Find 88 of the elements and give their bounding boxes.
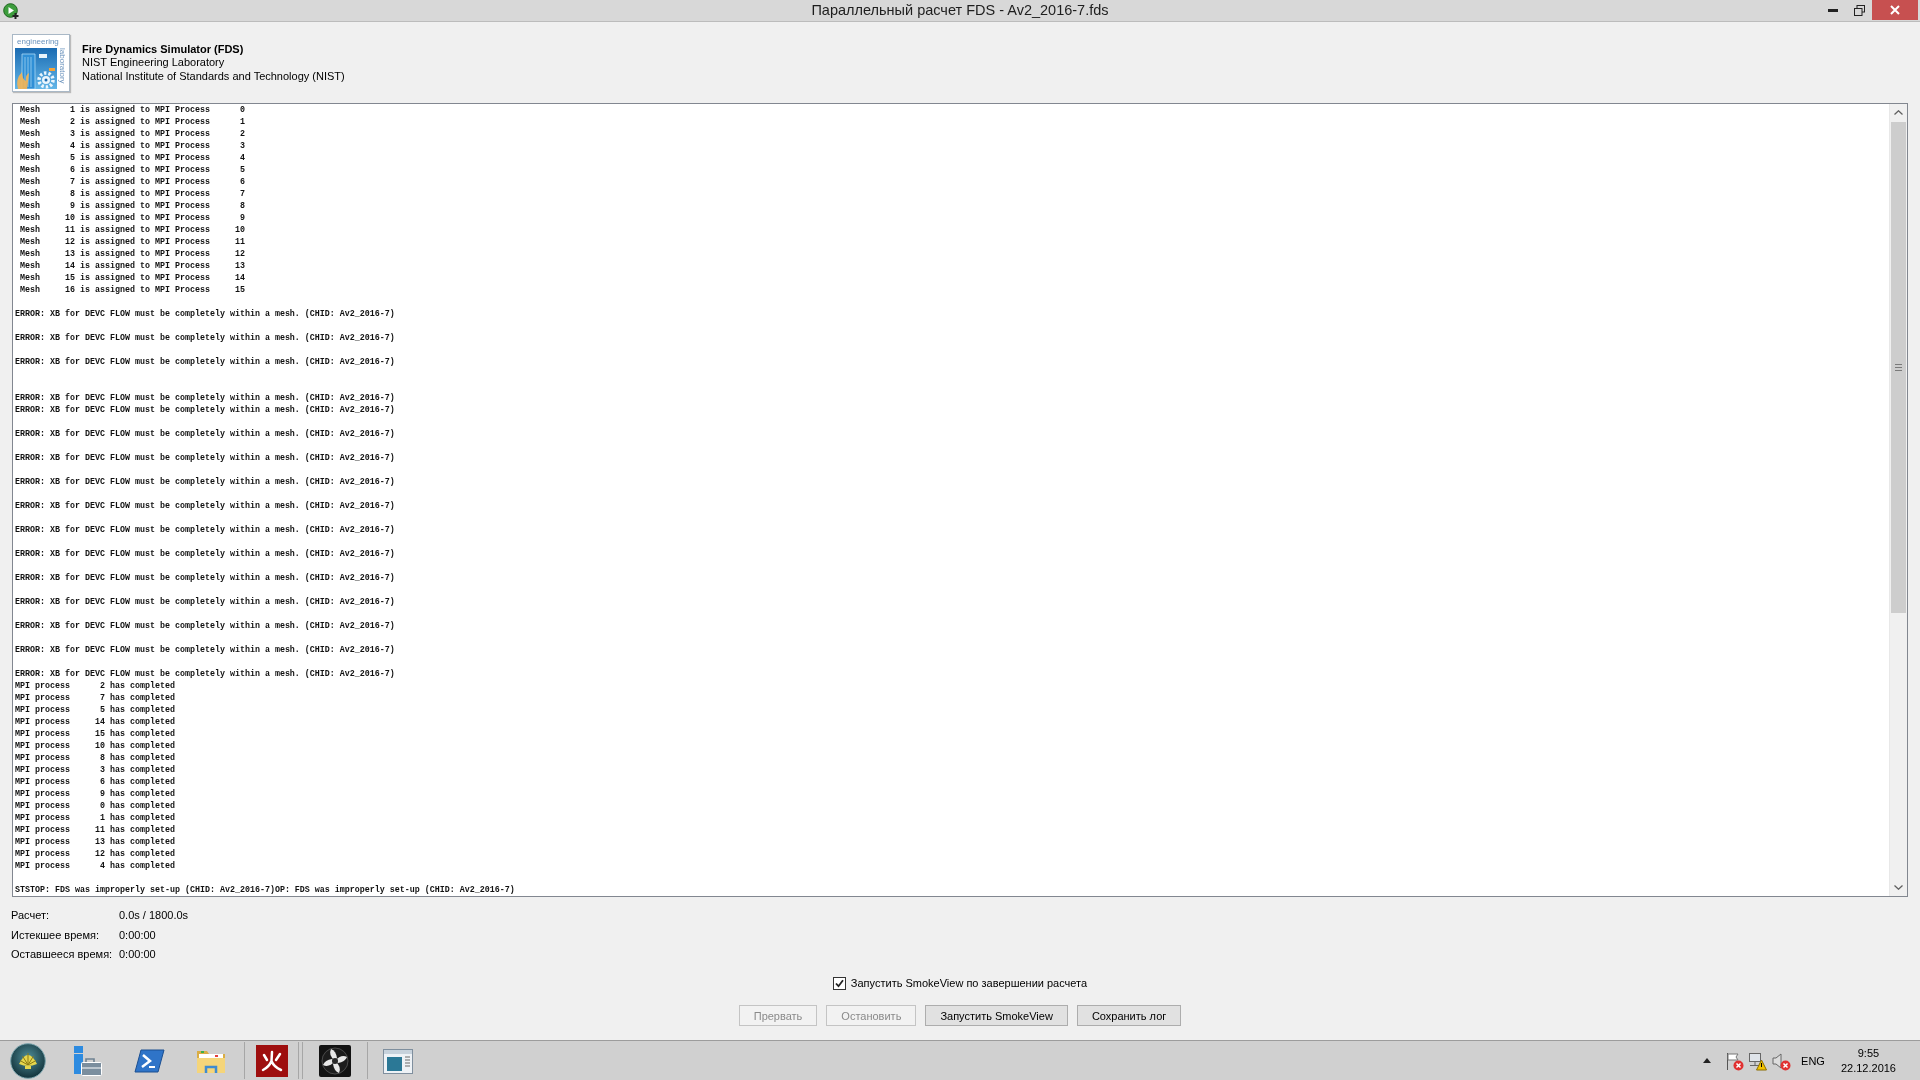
building-gear-flame-icon <box>15 48 57 89</box>
caret-up-icon <box>1894 110 1903 115</box>
log-line: ERROR: XB for DEVC FLOW must be completely within a mesh. (CHID: Av2_2016-7) <box>15 572 395 584</box>
checkbox[interactable] <box>832 976 846 990</box>
speaker-error-icon[interactable] <box>1771 1050 1792 1071</box>
checkbox-label[interactable]: Запустить SmokeView по завершении расчета <box>850 977 1088 989</box>
language-indicator[interactable]: ENG <box>1801 1054 1825 1067</box>
log-line: MPI process 10 has completed <box>15 740 175 752</box>
status-label: Расчет: <box>11 908 50 923</box>
app-subtitle: NIST Engineering Laboratory <box>82 56 225 70</box>
scrollbar-thumb[interactable] <box>1891 122 1906 613</box>
log-line: MPI process 6 has completed <box>15 776 175 788</box>
log-line: MPI process 13 has completed <box>15 836 175 848</box>
log-line: Mesh 1 is assigned to MPI Process 0 <box>19 104 245 116</box>
log-line: Mesh 6 is assigned to MPI Process 5 <box>19 164 245 176</box>
network-warning-icon[interactable] <box>1747 1050 1768 1071</box>
scrollbar[interactable] <box>1889 104 1907 896</box>
log-line: ERROR: XB for DEVC FLOW must be completely within a mesh. (CHID: Av2_2016-7) <box>15 332 395 344</box>
minimize-icon <box>1828 8 1838 12</box>
caret-up-icon[interactable] <box>1703 1058 1712 1063</box>
log-line: MPI process 0 has completed <box>15 800 175 812</box>
log-line: MPI process 2 has completed <box>15 680 175 692</box>
log-line: Mesh 13 is assigned to MPI Process 12 <box>19 248 245 260</box>
log-line: Mesh 12 is assigned to MPI Process 11 <box>19 236 245 248</box>
app-title: Fire Dynamics Simulator (FDS) <box>82 42 244 57</box>
log-line: Mesh 14 is assigned to MPI Process 13 <box>19 260 245 272</box>
server-toolbox-icon[interactable] <box>71 1044 103 1077</box>
log-line: MPI process 14 has completed <box>15 716 175 728</box>
restore-icon <box>1853 4 1865 16</box>
log-line: Mesh 15 is assigned to MPI Process 14 <box>19 272 245 284</box>
log-line: MPI process 4 has completed <box>15 860 175 872</box>
status-label: Истекшее время: <box>11 927 100 943</box>
log-line: MPI process 9 has completed <box>15 788 175 800</box>
log-line: Mesh 3 is assigned to MPI Process 2 <box>19 128 245 140</box>
app-tile-icon[interactable] <box>255 1044 288 1077</box>
log-line: MPI process 1 has completed <box>15 812 175 824</box>
log-line: MPI process 5 has completed <box>15 704 175 716</box>
log-line: MPI process 11 has completed <box>15 824 175 836</box>
log-line: Mesh 2 is assigned to MPI Process 1 <box>19 116 245 128</box>
log-line: MPI process 8 has completed <box>15 752 175 764</box>
log-line: Mesh 8 is assigned to MPI Process 7 <box>19 188 245 200</box>
log-line: ERROR: XB for DEVC FLOW must be completely within a mesh. (CHID: Av2_2016-7) <box>15 548 395 560</box>
log-line: STSTOP: FDS was improperly set-up (CHID: Av2_2016-7)OP: FDS was improperly set-up (CHID: Av2_2016-7) <box>15 884 515 896</box>
log-line: ERROR: XB for DEVC FLOW must be completely within a mesh. (CHID: Av2_2016-7) <box>15 620 395 632</box>
log-line: Mesh 4 is assigned to MPI Process 3 <box>19 140 245 152</box>
flag-error-icon[interactable] <box>1724 1050 1745 1071</box>
log-line: ERROR: XB for DEVC FLOW must be completely within a mesh. (CHID: Av2_2016-7) <box>15 500 395 512</box>
close-icon <box>1890 5 1900 15</box>
fan-icon[interactable] <box>319 1044 351 1077</box>
log-line: Mesh 16 is assigned to MPI Process 15 <box>19 284 245 296</box>
log-line: ERROR: XB for DEVC FLOW must be completely within a mesh. (CHID: Av2_2016-7) <box>15 524 395 536</box>
log-line: Mesh 5 is assigned to MPI Process 4 <box>19 152 245 164</box>
log-line: ERROR: XB for DEVC FLOW must be completely within a mesh. (CHID: Av2_2016-7) <box>15 644 395 656</box>
log-line: ERROR: XB for DEVC FLOW must be completely within a mesh. (CHID: Av2_2016-7) <box>15 392 395 404</box>
log-line: MPI process 7 has completed <box>15 692 175 704</box>
status-value: 0:00:00 <box>119 947 156 962</box>
window-icon[interactable] <box>383 1046 413 1075</box>
log-line: Mesh 10 is assigned to MPI Process 9 <box>19 212 245 224</box>
clock-date[interactable]: 22.12.2016 <box>1840 1060 1896 1076</box>
dialog-button[interactable]: Запустить SmokeView <box>925 1005 1068 1026</box>
log-line: ERROR: XB for DEVC FLOW must be completely within a mesh. (CHID: Av2_2016-7) <box>15 308 395 320</box>
window-title: Параллельный расчет FDS - Av2_2016-7.fds <box>811 1 1109 20</box>
log-line: ERROR: XB for DEVC FLOW must be completely within a mesh. (CHID: Av2_2016-7) <box>15 452 395 464</box>
status-value: 0.0s / 1800.0s <box>119 908 189 923</box>
logo-caption: engineering <box>16 37 59 48</box>
log-line: Mesh 11 is assigned to MPI Process 10 <box>19 224 245 236</box>
log-line: ERROR: XB for DEVC FLOW must be completely within a mesh. (CHID: Av2_2016-7) <box>15 476 395 488</box>
caret-down-icon <box>1894 885 1903 890</box>
log-line: ERROR: XB for DEVC FLOW must be completely within a mesh. (CHID: Av2_2016-7) <box>15 428 395 440</box>
close-button[interactable] <box>1872 0 1918 20</box>
shell-icon[interactable] <box>10 1042 46 1079</box>
log-line: MPI process 3 has completed <box>15 764 175 776</box>
dialog-button[interactable]: Сохранить лог <box>1076 1005 1182 1026</box>
log-line: MPI process 15 has completed <box>15 728 175 740</box>
app-subtitle: National Institute of Standards and Technology (NIST) <box>82 69 345 84</box>
logo-side-caption: laboratory <box>58 48 67 84</box>
status-value: 0:00:00 <box>119 927 156 943</box>
grip-icon <box>1895 364 1902 371</box>
log-line: ERROR: XB for DEVC FLOW must be completely within a mesh. (CHID: Av2_2016-7) <box>15 596 395 608</box>
app-icon <box>3 2 19 19</box>
log-line: MPI process 12 has completed <box>15 848 175 860</box>
log-line: Mesh 9 is assigned to MPI Process 8 <box>19 200 245 212</box>
log-line: ERROR: XB for DEVC FLOW must be completely within a mesh. (CHID: Av2_2016-7) <box>15 356 395 368</box>
status-label: Оставшееся время: <box>11 947 113 962</box>
log-line: ERROR: XB for DEVC FLOW must be completely within a mesh. (CHID: Av2_2016-7) <box>15 668 395 680</box>
log-line: ERROR: XB for DEVC FLOW must be completely within a mesh. (CHID: Av2_2016-7) <box>15 404 395 416</box>
log-line: Mesh 7 is assigned to MPI Process 6 <box>19 176 245 188</box>
clock-time[interactable]: 9:55 <box>1857 1045 1880 1061</box>
